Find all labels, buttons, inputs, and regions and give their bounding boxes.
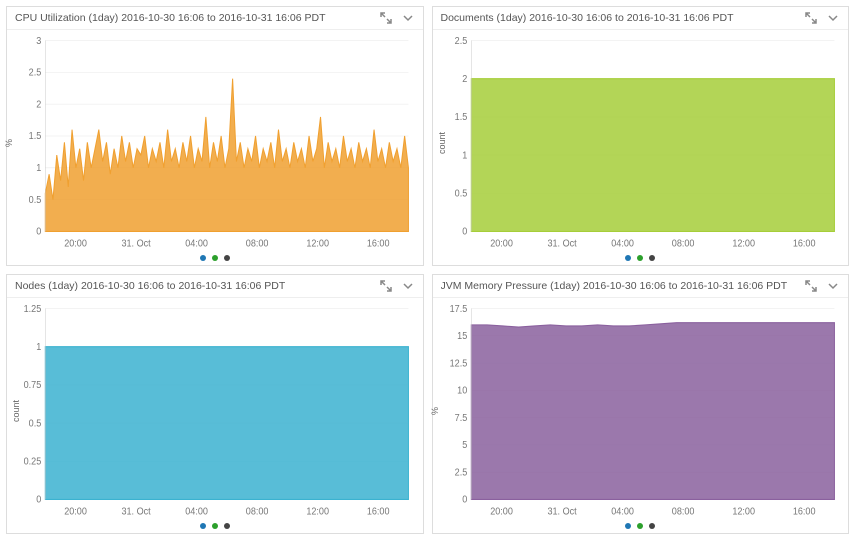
y-axis-label: % (430, 406, 440, 414)
svg-text:1.5: 1.5 (29, 130, 42, 141)
expand-icon[interactable] (379, 279, 393, 293)
panel-jvm: JVM Memory Pressure (1day) 2016-10-30 16… (432, 274, 850, 534)
svg-text:1.5: 1.5 (454, 111, 467, 122)
expand-icon[interactable] (379, 11, 393, 25)
svg-text:16:00: 16:00 (367, 237, 390, 248)
chevron-down-icon[interactable] (826, 11, 840, 25)
svg-text:31. Oct: 31. Oct (121, 505, 151, 516)
panel-title: JVM Memory Pressure (1day) 2016-10-30 16… (441, 280, 788, 292)
svg-text:0: 0 (36, 493, 41, 504)
svg-text:5: 5 (462, 439, 467, 450)
legend-dot (649, 255, 655, 261)
svg-text:04:00: 04:00 (185, 237, 208, 248)
legend-dot (637, 523, 643, 529)
svg-text:31. Oct: 31. Oct (121, 237, 151, 248)
chevron-down-icon[interactable] (401, 11, 415, 25)
svg-text:0.5: 0.5 (29, 194, 42, 205)
panel-title: Nodes (1day) 2016-10-30 16:06 to 2016-10… (15, 280, 285, 292)
svg-text:20:00: 20:00 (490, 505, 513, 516)
legend-dot (200, 523, 206, 529)
y-axis-label: count (11, 399, 21, 421)
svg-text:2.5: 2.5 (454, 466, 467, 477)
chart-svg: 0 2.5 5 7.5 10 12.5 15 17.5 20:00 31. Oct 04:00 08:… (437, 302, 841, 519)
chart-area: count 0 0.25 0.5 0.75 1 1.25 20:00 31. Oct 04:00… (7, 298, 423, 523)
svg-text:31. Oct: 31. Oct (547, 237, 577, 248)
panel-cpu: CPU Utilization (1day) 2016-10-30 16:06 … (6, 6, 424, 266)
legend-dots (433, 255, 849, 265)
chevron-down-icon[interactable] (401, 279, 415, 293)
svg-text:2.5: 2.5 (454, 34, 467, 45)
chart-area: % 02.557.51012.51517.520:0031. Oct04:000… (433, 298, 849, 523)
panel-docs: Documents (1day) 2016-10-30 16:06 to 201… (432, 6, 850, 266)
svg-text:3: 3 (36, 34, 41, 45)
svg-text:0.25: 0.25 (24, 455, 42, 466)
svg-text:17.5: 17.5 (449, 302, 467, 313)
svg-text:1: 1 (462, 149, 467, 160)
svg-text:08:00: 08:00 (246, 237, 269, 248)
svg-text:12.5: 12.5 (449, 357, 467, 368)
legend-dot (625, 523, 631, 529)
svg-text:15: 15 (457, 330, 467, 341)
panel-header: Nodes (1day) 2016-10-30 16:06 to 2016-10… (7, 275, 423, 298)
legend-dot (212, 255, 218, 261)
svg-text:08:00: 08:00 (671, 505, 694, 516)
svg-text:04:00: 04:00 (611, 237, 634, 248)
svg-text:7.5: 7.5 (454, 412, 467, 423)
svg-text:31. Oct: 31. Oct (547, 505, 577, 516)
svg-text:1: 1 (36, 341, 41, 352)
svg-text:0: 0 (462, 493, 467, 504)
panel-header: Documents (1day) 2016-10-30 16:06 to 201… (433, 7, 849, 30)
legend-dot (200, 255, 206, 261)
svg-text:0.5: 0.5 (29, 417, 42, 428)
svg-text:2: 2 (462, 73, 467, 84)
y-axis-label: % (4, 138, 14, 146)
svg-text:16:00: 16:00 (792, 505, 815, 516)
svg-text:20:00: 20:00 (64, 237, 87, 248)
svg-text:16:00: 16:00 (792, 237, 815, 248)
panel-header: CPU Utilization (1day) 2016-10-30 16:06 … (7, 7, 423, 30)
svg-text:0.5: 0.5 (454, 187, 467, 198)
svg-text:2: 2 (36, 98, 41, 109)
svg-text:20:00: 20:00 (64, 505, 87, 516)
chart-area: % 0 0.5 1 1.5 2 2.5 3 20:00 31. Oct 04:00 08:00 12:… (7, 30, 423, 255)
svg-text:12:00: 12:00 (732, 237, 755, 248)
legend-dots (7, 523, 423, 533)
svg-text:0.75: 0.75 (24, 379, 42, 390)
legend-dot (224, 523, 230, 529)
expand-icon[interactable] (804, 11, 818, 25)
legend-dot (625, 255, 631, 261)
svg-text:0: 0 (36, 225, 41, 236)
chart-area: count 0 0.5 1 1.5 2 2.5 20:00 31. Oct 04:00 08:00… (433, 30, 849, 255)
chart-svg: 0 0.5 1 1.5 2 2.5 20:00 31. Oct 04:00 08:00 12:00 1… (437, 34, 841, 251)
legend-dots (433, 523, 849, 533)
chart-svg: 0 0.5 1 1.5 2 2.5 3 20:00 31. Oct 04:00 08:00 12:00… (11, 34, 415, 251)
svg-text:1: 1 (36, 162, 41, 173)
svg-text:12:00: 12:00 (306, 237, 329, 248)
svg-text:12:00: 12:00 (732, 505, 755, 516)
panel-header: JVM Memory Pressure (1day) 2016-10-30 16… (433, 275, 849, 298)
svg-text:1.25: 1.25 (24, 302, 42, 313)
legend-dot (224, 255, 230, 261)
svg-text:04:00: 04:00 (185, 505, 208, 516)
svg-text:08:00: 08:00 (671, 237, 694, 248)
chart-svg: 0 0.25 0.5 0.75 1 1.25 20:00 31. Oct 04:00 08:00 1… (11, 302, 415, 519)
expand-icon[interactable] (804, 279, 818, 293)
panel-nodes: Nodes (1day) 2016-10-30 16:06 to 2016-10… (6, 274, 424, 534)
legend-dot (637, 255, 643, 261)
panel-title: CPU Utilization (1day) 2016-10-30 16:06 … (15, 12, 326, 24)
legend-dots (7, 255, 423, 265)
svg-text:20:00: 20:00 (490, 237, 513, 248)
svg-text:10: 10 (457, 384, 467, 395)
chevron-down-icon[interactable] (826, 279, 840, 293)
panel-title: Documents (1day) 2016-10-30 16:06 to 201… (441, 12, 734, 24)
legend-dot (649, 523, 655, 529)
svg-text:16:00: 16:00 (367, 505, 390, 516)
svg-text:2.5: 2.5 (29, 66, 42, 77)
svg-text:0: 0 (462, 225, 467, 236)
y-axis-label: count (437, 131, 447, 153)
svg-text:04:00: 04:00 (611, 505, 634, 516)
svg-text:08:00: 08:00 (246, 505, 269, 516)
svg-text:12:00: 12:00 (306, 505, 329, 516)
legend-dot (212, 523, 218, 529)
